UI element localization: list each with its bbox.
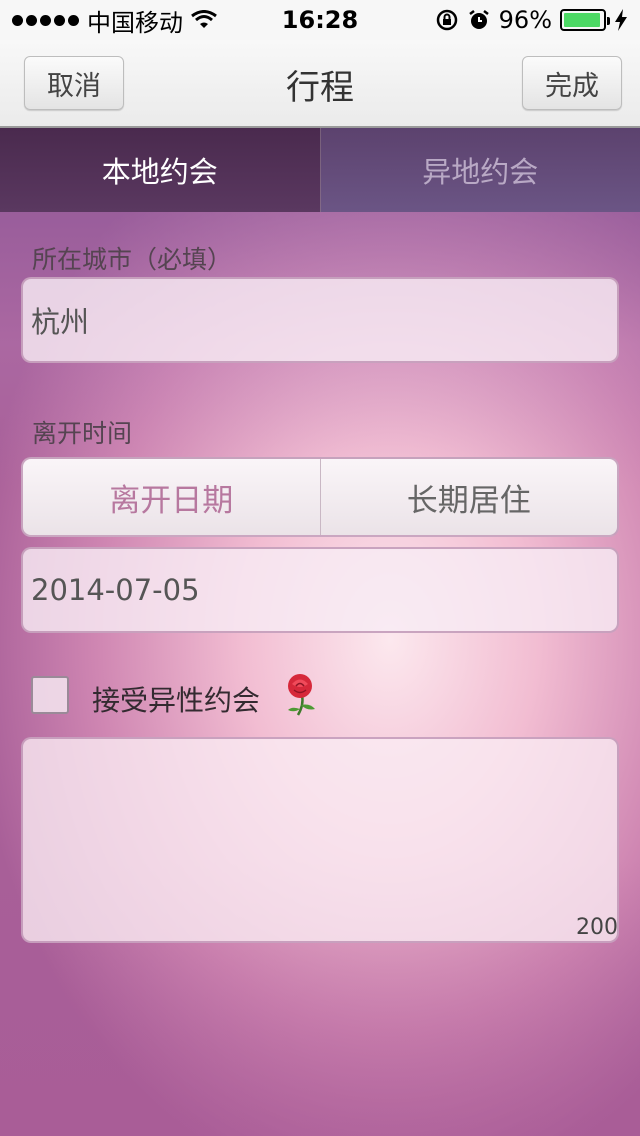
orientation-lock-icon — [436, 9, 457, 31]
status-bar: 中国移动 16:28 96% — [0, 0, 640, 40]
note-textarea[interactable] — [21, 737, 619, 943]
accept-opposite-sex-checkbox[interactable] — [31, 676, 69, 714]
char-counter: 200 — [576, 915, 618, 940]
wifi-icon — [191, 10, 217, 28]
city-input[interactable]: 杭州 — [21, 277, 619, 363]
leave-time-segmented-control: 离开日期 长期居住 — [21, 457, 619, 537]
alarm-icon — [468, 10, 489, 29]
tab-remote-date[interactable]: 异地约会 — [320, 128, 640, 212]
done-button[interactable]: 完成 — [522, 56, 622, 110]
date-input[interactable]: 2014-07-05 — [21, 547, 619, 633]
carrier-name: 中国移动 — [87, 8, 183, 37]
rose-icon — [288, 674, 315, 716]
segment-leave-date[interactable]: 离开日期 — [23, 459, 321, 535]
tab-local-date[interactable]: 本地约会 — [0, 128, 321, 212]
segment-long-term-stay[interactable]: 长期居住 — [321, 459, 618, 535]
date-type-tabs: 本地约会 异地约会 — [0, 128, 640, 212]
battery-fill — [564, 13, 601, 27]
status-bar-left: 中国移动 — [12, 3, 217, 38]
cancel-button[interactable]: 取消 — [24, 56, 124, 110]
leave-time-label: 离开时间 — [32, 419, 133, 448]
battery-icon — [560, 9, 610, 31]
battery-percent: 96% — [498, 6, 552, 34]
charging-bolt-icon — [615, 9, 627, 31]
navigation-bar: 取消 行程 完成 — [0, 40, 640, 128]
signal-dots-icon — [12, 14, 79, 26]
accept-opposite-sex-label[interactable]: 接受异性约会 — [92, 679, 260, 719]
status-bar-right: 96% — [435, 6, 628, 34]
city-label: 所在城市（必填） — [32, 245, 233, 274]
